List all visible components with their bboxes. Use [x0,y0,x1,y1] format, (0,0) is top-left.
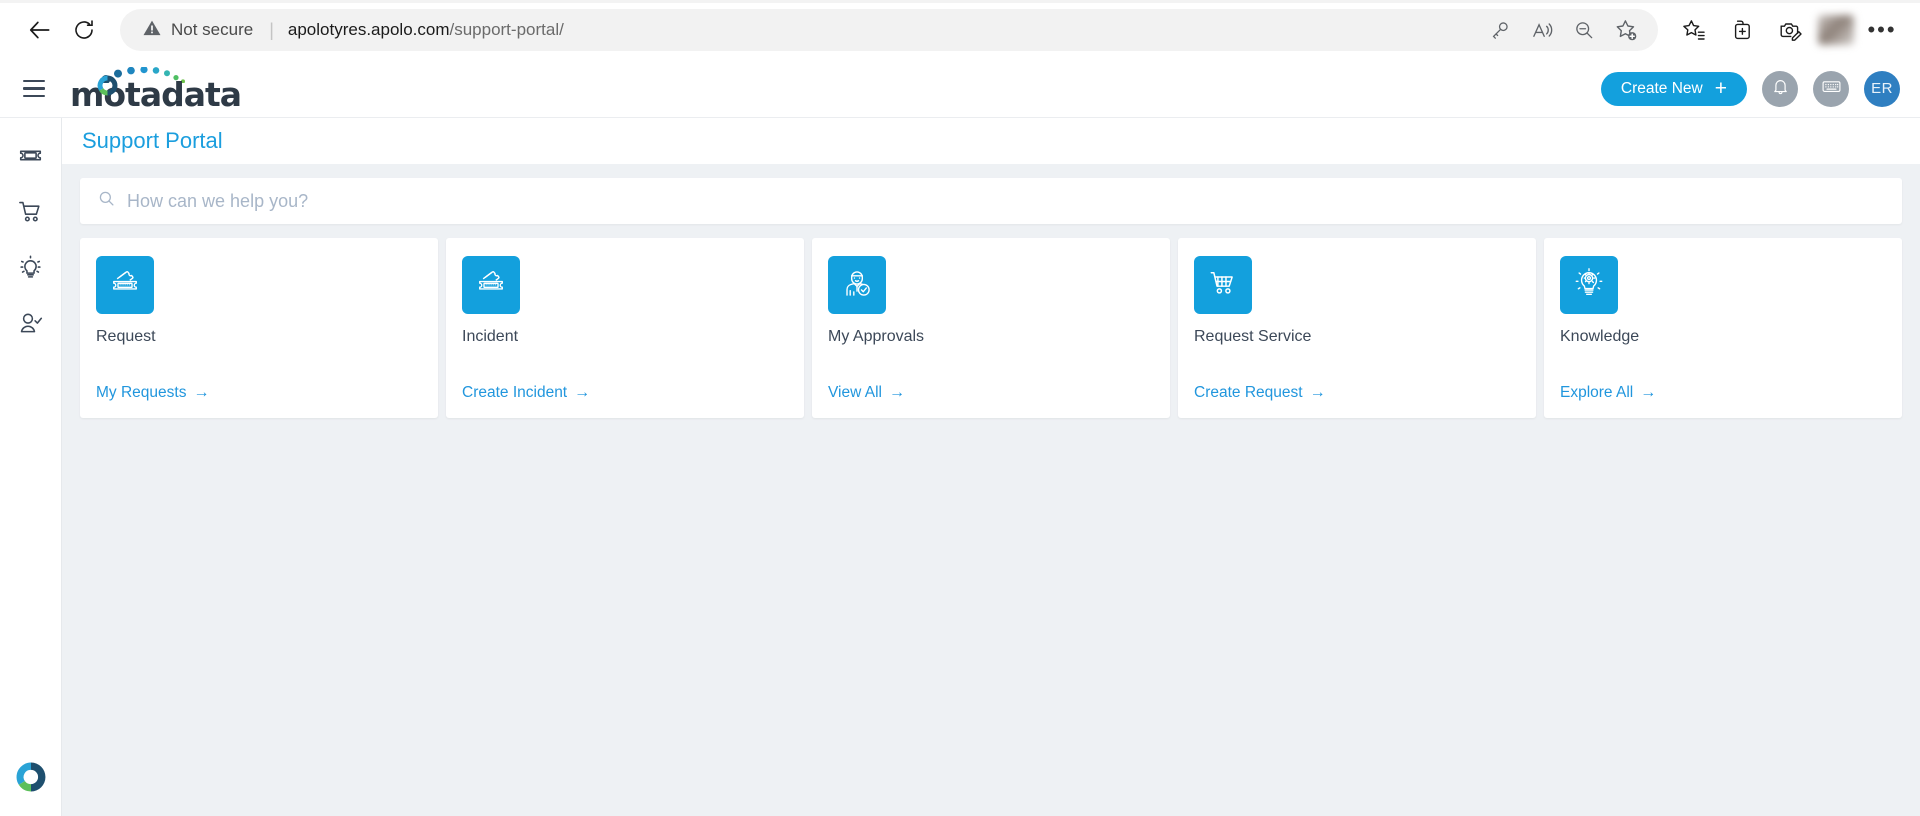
back-button[interactable] [18,8,62,52]
card-link-label: My Requests [96,384,187,401]
search-icon [98,190,115,212]
screenshot-icon[interactable] [1770,10,1810,50]
keyboard-shortcuts-button[interactable] [1813,70,1849,107]
url-text: apolotyres.apolo.com/support-portal/ [288,20,1472,40]
portal-card-my-approvals[interactable]: My Approvals View All → [812,238,1170,418]
card-title: Knowledge [1560,328,1640,345]
portal-card-incident[interactable]: Incident Create Incident → [446,238,804,418]
card-link-label: View All [828,384,882,401]
sidebar-item-approvals[interactable] [9,304,53,348]
keyboard-icon [1821,76,1842,102]
hamburger-menu-icon[interactable] [14,69,54,109]
portal-card-request-service[interactable]: Request Service Create Request → [1178,238,1536,418]
app-header: motadata Create New + ER [0,60,1920,118]
bell-icon [1771,77,1790,101]
portal-card-grid: Request My Requests → Incident Create In… [80,238,1902,418]
card-link-create-incident[interactable]: Create Incident → [462,384,788,402]
content-column: Support Portal How can we help you? Requ… [62,118,1920,816]
card-icon-tile [462,256,520,314]
security-label: Not secure [171,20,254,39]
address-bar[interactable]: Not secure | apolotyres.apolo.com/suppor… [120,9,1658,51]
app-body: Support Portal How can we help you? Requ… [0,118,1920,816]
browser-toolbar-actions: ••• [1674,10,1902,50]
reload-icon [72,18,96,42]
card-link-my-requests[interactable]: My Requests → [96,384,422,402]
card-title: Incident [462,328,519,345]
addressbar-actions [1482,12,1644,48]
shopping-cart-icon [1206,266,1240,305]
logo-o-mark-icon [97,75,118,95]
page-title: Support Portal [82,128,223,153]
card-link-label: Explore All [1560,384,1634,401]
card-icon-tile [1560,256,1618,314]
user-approval-icon [840,266,874,305]
sidebar-item-cart[interactable] [9,192,53,236]
user-avatar[interactable]: ER [1864,70,1900,107]
warning-triangle-icon [142,18,162,43]
card-icon-tile [96,256,154,314]
card-title: Request Service [1194,328,1312,345]
url-path: /support-portal/ [449,20,564,39]
zoom-out-icon[interactable] [1566,12,1602,48]
lightbulb-gear-icon [1572,266,1606,305]
header-actions: Create New + ER [1600,70,1900,107]
portal-card-knowledge[interactable]: Knowledge Explore All → [1544,238,1902,418]
card-title: Request [96,328,156,345]
back-arrow-icon [27,17,53,43]
url-host: apolotyres.apolo.com [287,20,450,39]
lightbulb-icon [18,255,43,285]
create-new-button[interactable]: Create New + [1600,71,1747,106]
sidebar-item-knowledge[interactable] [9,248,53,292]
user-check-icon [18,311,43,341]
notifications-button[interactable] [1762,70,1798,107]
card-link-create-request[interactable]: Create Request → [1194,384,1520,402]
card-link-view-all[interactable]: View All → [828,384,1154,402]
profile-avatar[interactable] [1818,15,1854,45]
arrow-right-icon: → [574,384,591,401]
search-input[interactable]: How can we help you? [127,191,308,212]
security-status[interactable]: Not secure [142,18,253,43]
ticket-icon [18,143,43,173]
plus-icon: + [1714,77,1727,100]
main-content: How can we help you? Request My Requests… [62,164,1920,816]
portal-card-request[interactable]: Request My Requests → [80,238,438,418]
arrow-right-icon: → [889,384,905,401]
card-title: My Approvals [828,328,925,345]
card-link-label: Create Request [1194,384,1303,401]
card-link-label: Create Incident [462,384,568,401]
card-icon-tile [828,256,886,314]
create-new-label: Create New [1620,79,1703,97]
url-separator: | [269,19,274,40]
card-link-explore-all[interactable]: Explore All → [1560,384,1886,402]
page-title-bar: Support Portal [62,118,1920,164]
card-icon-tile [1194,256,1252,314]
arrow-right-icon: → [1640,384,1657,401]
motadata-mark-icon[interactable] [14,760,48,794]
search-bar[interactable]: How can we help you? [80,178,1902,224]
more-settings-icon[interactable]: ••• [1862,10,1902,50]
read-aloud-icon[interactable] [1524,12,1560,48]
ticket-stack-icon [108,266,142,305]
favorites-icon[interactable] [1674,10,1714,50]
arrow-right-icon: → [1309,384,1326,401]
motadata-logo[interactable]: motadata [70,66,242,111]
collections-icon[interactable] [1722,10,1762,50]
browser-toolbar: Not secure | apolotyres.apolo.com/suppor… [0,0,1920,60]
arrow-right-icon: → [193,384,210,401]
reload-button[interactable] [62,8,106,52]
add-favorite-icon[interactable] [1608,12,1644,48]
shopping-cart-icon [18,199,43,229]
side-rail [0,118,62,816]
key-icon[interactable] [1482,12,1518,48]
ticket-stack-icon [474,266,508,305]
sidebar-item-ticket[interactable] [9,136,53,180]
